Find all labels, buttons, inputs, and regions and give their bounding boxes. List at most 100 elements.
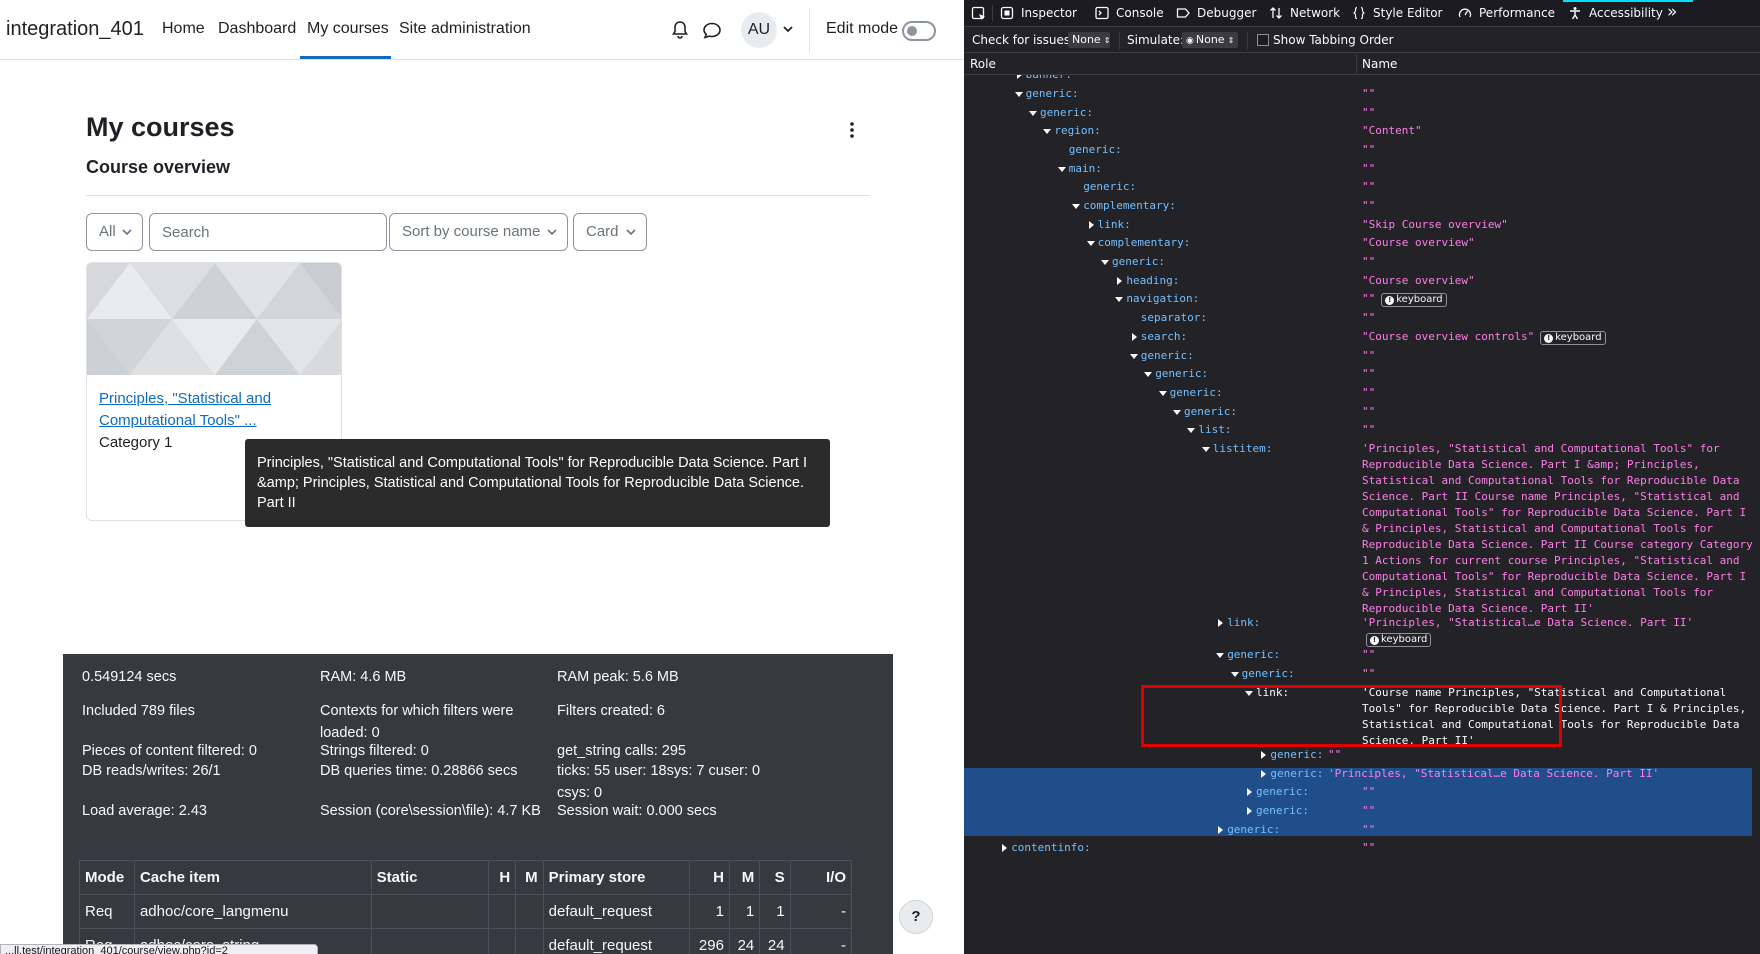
course-card-image[interactable] (87, 263, 342, 375)
twisty-expanded-icon[interactable] (1158, 388, 1168, 398)
node-name: "" (1362, 405, 1376, 418)
twisty-expanded-icon[interactable] (1129, 351, 1139, 361)
table-cell: default_request (542, 928, 691, 954)
node-role: generic: (1270, 748, 1324, 761)
node-name: "" (1328, 748, 1342, 761)
perf-stat: get_string calls: 295 (557, 743, 686, 759)
node-role: complementary: (1097, 236, 1191, 249)
check-issues-value: None (1072, 33, 1101, 46)
tab-inspector[interactable]: Inspector (1000, 0, 1092, 27)
top-navbar: integration_401 Home Dashboard My course… (0, 0, 964, 60)
page-title: My courses (86, 112, 235, 142)
twisty-collapsed-icon[interactable] (1114, 276, 1124, 286)
tabbing-order-checkbox[interactable] (1257, 34, 1269, 46)
twisty-expanded-icon[interactable] (1071, 201, 1081, 211)
node-role: generic: (1169, 386, 1223, 399)
twisty-expanded-icon[interactable] (1014, 89, 1024, 99)
node-name: 'Principles, "Statistical…e Data Science… (1328, 767, 1660, 780)
tab-console[interactable]: Console (1095, 0, 1175, 27)
cache-col-header: M (515, 860, 544, 895)
twisty-collapsed-icon[interactable] (1258, 769, 1268, 779)
twisty-collapsed-icon[interactable] (1215, 618, 1225, 628)
node-role: search: (1140, 330, 1188, 343)
tree-scrollbar[interactable] (1752, 75, 1760, 954)
node-name: "" (1362, 311, 1376, 324)
updown-icon: ⇕ (1227, 36, 1235, 45)
table-cell (370, 894, 489, 929)
table-cell: 24 (759, 928, 791, 954)
chevron-down-icon[interactable] (781, 22, 795, 36)
twisty-expanded-icon[interactable] (1172, 407, 1182, 417)
subtoolbar-divider (1247, 32, 1248, 49)
node-role: generic: (1256, 785, 1309, 798)
check-issues-select[interactable]: None ⇕ (1068, 32, 1110, 48)
tab-label: Network (1290, 6, 1341, 20)
nav-site-administration[interactable]: Site administration (399, 20, 531, 38)
tab-performance[interactable]: Performance (1458, 0, 1558, 27)
kebab-menu-icon[interactable] (844, 118, 860, 142)
simulate-select[interactable]: ◉ None ⇕ (1182, 32, 1238, 48)
table-cell (487, 894, 517, 929)
nav-my-courses[interactable]: My courses (307, 20, 389, 38)
chat-bubble-icon[interactable] (700, 18, 724, 42)
toolbar-divider (992, 5, 993, 22)
twisty-collapsed-icon[interactable] (1258, 750, 1268, 760)
info-icon: ! (1385, 296, 1395, 305)
grouping-dropdown[interactable]: All (86, 213, 143, 251)
node-role: generic: (1241, 667, 1295, 680)
twisty-expanded-icon[interactable] (1042, 126, 1052, 136)
tab-style-editor[interactable]: Style Editor (1352, 0, 1452, 27)
twisty-expanded-icon[interactable] (1057, 164, 1067, 174)
table-cell (515, 894, 544, 929)
twisty-collapsed-icon[interactable] (1014, 75, 1024, 80)
table-cell: Req (79, 894, 135, 929)
pick-element-icon[interactable] (971, 6, 987, 22)
perf-stat: ticks: 55 user: 18sys: 7 cuser: 0 csys: … (557, 763, 761, 801)
user-avatar[interactable]: AU (741, 12, 777, 48)
course-search-input[interactable] (149, 213, 387, 251)
twisty-collapsed-icon[interactable] (999, 843, 1009, 853)
view-dropdown[interactable]: Card (573, 213, 647, 251)
twisty-expanded-icon[interactable] (1186, 425, 1196, 435)
twisty-expanded-icon[interactable] (1028, 108, 1038, 118)
twisty-expanded-icon[interactable] (1143, 369, 1153, 379)
tabbing-order-label: Show Tabbing Order (1273, 33, 1394, 47)
course-name-link[interactable]: Principles, "Statistical and Computation… (99, 388, 329, 432)
col-role-header: Role (970, 57, 996, 71)
twisty-collapsed-icon[interactable] (1086, 220, 1096, 230)
edit-mode-toggle[interactable] (902, 21, 936, 41)
twisty-expanded-icon[interactable] (1100, 257, 1110, 267)
bell-icon[interactable] (668, 18, 692, 42)
sort-dropdown[interactable]: Sort by course name (389, 213, 568, 251)
twisty-collapsed-icon[interactable] (1244, 787, 1254, 797)
cache-col-header: H (487, 860, 517, 895)
twisty-expanded-icon[interactable] (1114, 294, 1124, 304)
twisty-expanded-icon[interactable] (1201, 444, 1211, 454)
perf-stat: Session wait: 0.000 secs (557, 803, 717, 819)
twisty-collapsed-icon[interactable] (1215, 825, 1225, 835)
perf-stat: DB queries time: 0.28866 secs (320, 763, 518, 779)
tab-network[interactable]: Network (1269, 0, 1347, 27)
site-name[interactable]: integration_401 (6, 18, 144, 41)
course-category: Category 1 (99, 434, 173, 451)
sort-value: Sort by course name (402, 223, 541, 240)
node-role: generic: (1068, 143, 1122, 156)
node-name: "Course overview" (1362, 274, 1475, 287)
nav-dashboard[interactable]: Dashboard (218, 20, 296, 38)
twisty-expanded-icon[interactable] (1230, 669, 1240, 679)
node-role: generic: (1227, 648, 1281, 661)
perf-stat: RAM: 4.6 MB (320, 669, 407, 685)
view-value: Card (586, 223, 619, 240)
twisty-collapsed-icon[interactable] (1129, 332, 1139, 342)
nav-home[interactable]: Home (162, 20, 205, 38)
twisty-expanded-icon[interactable] (1215, 650, 1225, 660)
twisty-expanded-icon[interactable] (1086, 238, 1096, 248)
cache-col-header: M (728, 860, 761, 895)
node-role: list: (1198, 423, 1232, 436)
help-button[interactable]: ? (899, 900, 933, 934)
network-icon (1270, 7, 1282, 19)
twisty-collapsed-icon[interactable] (1244, 806, 1254, 816)
node-role: listitem: (1212, 442, 1273, 455)
more-tools-icon[interactable]: » (1667, 2, 1677, 22)
tab-debugger[interactable]: Debugger (1176, 0, 1266, 27)
